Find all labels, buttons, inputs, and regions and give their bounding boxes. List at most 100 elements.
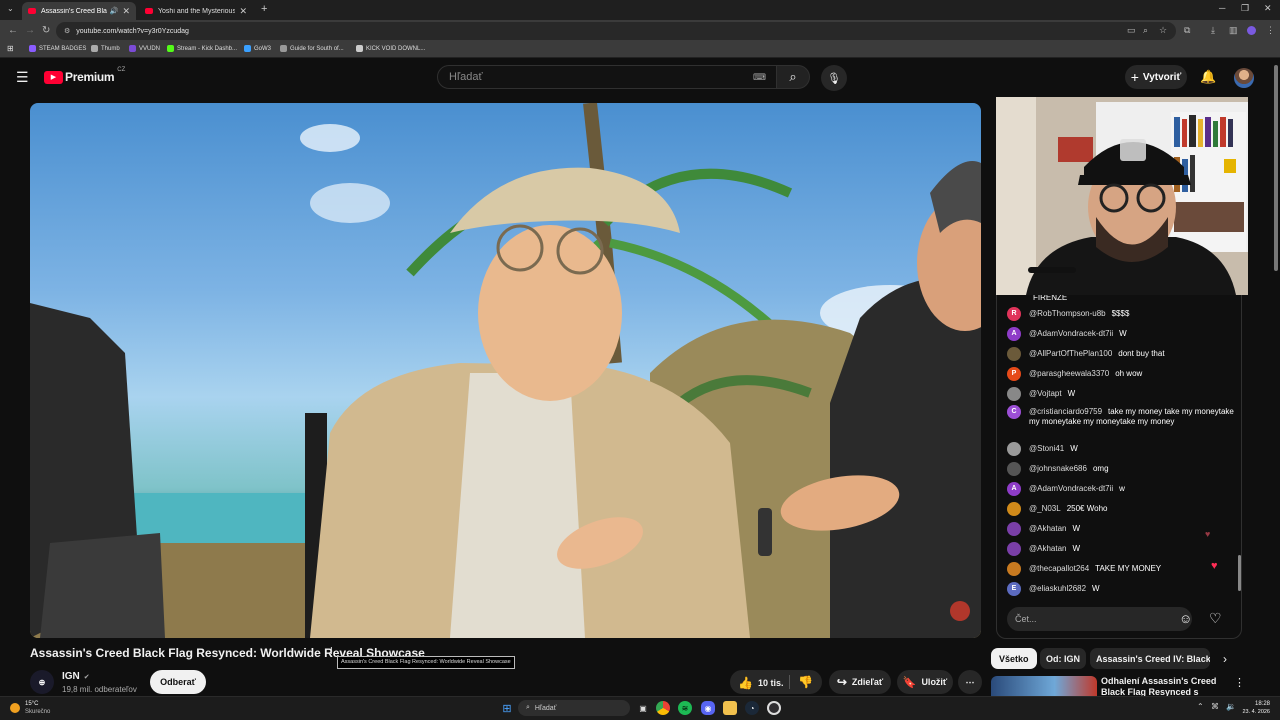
- bookmark-kick-void[interactable]: KICK VOID DOWNL...: [356, 45, 425, 52]
- chat-author[interactable]: @eliaskuhl2682: [1029, 584, 1086, 593]
- weather-widget[interactable]: 15°C Skurečno: [10, 700, 50, 716]
- menu-dots-icon[interactable]: ⋮: [1266, 25, 1275, 36]
- chat-input[interactable]: Čet...: [1007, 607, 1192, 631]
- create-button[interactable]: + Vytvoriť: [1125, 65, 1187, 89]
- bookmark-vvudn[interactable]: VVUDN: [129, 45, 160, 52]
- chat-avatar[interactable]: [1007, 442, 1021, 456]
- hamburger-menu-icon[interactable]: ☰: [16, 69, 29, 86]
- tab-close-icon[interactable]: ✕: [239, 6, 247, 17]
- start-menu-icon[interactable]: ⊞: [500, 701, 514, 715]
- task-view-icon[interactable]: ▣: [636, 701, 650, 715]
- chat-scrollbar-thumb[interactable]: [1238, 555, 1241, 591]
- search-input[interactable]: Hľadať ⌨: [437, 65, 777, 89]
- chat-author[interactable]: @Vojtapt: [1029, 389, 1062, 398]
- chat-avatar[interactable]: R: [1007, 307, 1021, 321]
- related-video-title[interactable]: Odhalení Assassin's Creed Black Flag Res…: [1101, 676, 1226, 696]
- clock[interactable]: 18:28 23. 4. 2026: [1240, 700, 1270, 716]
- chat-author[interactable]: @johnsnake686: [1029, 464, 1087, 473]
- save-button[interactable]: 🔖 Uložiť: [897, 670, 953, 694]
- chat-avatar[interactable]: [1007, 542, 1021, 556]
- reload-icon[interactable]: ↻: [42, 25, 50, 36]
- bookmark-star-icon[interactable]: ☆: [1159, 25, 1167, 36]
- window-close-icon[interactable]: ✕: [1264, 3, 1272, 14]
- chat-author[interactable]: @AdamVondracek-dt7ii: [1029, 484, 1113, 493]
- chip-all[interactable]: Všetko: [991, 648, 1037, 669]
- chat-avatar[interactable]: [1007, 387, 1021, 401]
- chips-next-icon[interactable]: ›: [1223, 652, 1227, 666]
- taskbar-search-box[interactable]: ⌕ Hľadať: [518, 700, 630, 716]
- tray-network-icon[interactable]: ⌘: [1211, 702, 1219, 711]
- forward-icon[interactable]: →: [25, 25, 35, 36]
- address-bar[interactable]: ⚙ youtube.com/watch?v=y3r0Yzcudag: [56, 22, 1176, 40]
- like-button[interactable]: 👍 10 tis.: [738, 676, 783, 690]
- channel-avatar[interactable]: ⊕: [30, 670, 54, 694]
- video-player[interactable]: [30, 103, 981, 638]
- tray-volume-icon[interactable]: 🔉: [1226, 702, 1236, 711]
- keyboard-icon[interactable]: ⌨: [753, 72, 766, 83]
- chat-author[interactable]: @RobThompson-u8b: [1029, 309, 1106, 318]
- chat-author[interactable]: @Akhatan: [1029, 524, 1066, 533]
- chat-avatar[interactable]: [1007, 347, 1021, 361]
- tab-yoshi[interactable]: Yoshi and the Mysterious Book ✕: [139, 2, 253, 20]
- chat-author[interactable]: @Stoni41: [1029, 444, 1064, 453]
- youtube-logo[interactable]: ▶ Premium CZ: [44, 67, 125, 84]
- chat-avatar[interactable]: [1007, 502, 1021, 516]
- bookmark-steam-badges[interactable]: STEAM BADGES: [29, 45, 86, 52]
- share-button[interactable]: ↪ Zdieľať: [829, 670, 891, 694]
- steam-icon[interactable]: ◔: [745, 701, 759, 715]
- restore-icon[interactable]: ❐: [1241, 3, 1249, 14]
- zoom-icon[interactable]: ⌕: [1143, 25, 1148, 36]
- chat-author[interactable]: @AdamVondracek-dt7ii: [1029, 329, 1113, 338]
- chat-avatar[interactable]: C: [1007, 405, 1021, 419]
- page-scrollbar-thumb[interactable]: [1274, 65, 1278, 271]
- more-actions-button[interactable]: ⋯: [958, 670, 982, 694]
- minimize-icon[interactable]: ─: [1219, 3, 1225, 13]
- account-avatar[interactable]: [1234, 68, 1254, 88]
- chrome-icon[interactable]: [656, 701, 670, 715]
- chat-avatar[interactable]: A: [1007, 482, 1021, 496]
- chat-author[interactable]: @thecapallot264: [1029, 564, 1089, 573]
- page-scrollbar[interactable]: [1272, 59, 1280, 696]
- tab-search-icon[interactable]: ⌄: [7, 4, 14, 13]
- discord-icon[interactable]: ◉: [701, 701, 715, 715]
- chat-avatar[interactable]: [1007, 562, 1021, 576]
- related-video-thumbnail[interactable]: [991, 676, 1097, 696]
- chat-author[interactable]: @Akhatan: [1029, 544, 1066, 553]
- dislike-button[interactable]: 👎: [798, 675, 813, 689]
- heart-reaction-button[interactable]: ♡: [1209, 610, 1222, 627]
- site-info-icon[interactable]: ⚙: [64, 27, 70, 35]
- tray-overflow-icon[interactable]: ⌃: [1197, 702, 1204, 711]
- emoji-icon[interactable]: ☺: [1179, 611, 1192, 626]
- chat-scrollbar[interactable]: [1237, 295, 1241, 595]
- sidebar-icon[interactable]: ▥: [1229, 25, 1238, 36]
- chat-avatar[interactable]: A: [1007, 327, 1021, 341]
- bookmark-thumb[interactable]: Thumb: [91, 45, 120, 52]
- profile-icon[interactable]: [1247, 26, 1256, 35]
- chip-ac-black-flag[interactable]: Assassin's Creed IV: Black Fl: [1090, 648, 1210, 669]
- tab-assassins-creed[interactable]: Assassin's Creed Black Flag 🔊 ✕: [22, 2, 136, 20]
- chat-author[interactable]: @_N03L: [1029, 504, 1061, 513]
- chat-author[interactable]: @cristianciardo9759: [1029, 407, 1102, 416]
- chat-avatar[interactable]: [1007, 522, 1021, 536]
- subscribe-button[interactable]: Odberať: [150, 670, 206, 694]
- tab-close-icon[interactable]: ✕: [122, 6, 130, 17]
- related-more-icon[interactable]: ⋮: [1234, 676, 1245, 689]
- bookmark-kick-dashboard[interactable]: Stream - Kick Dashb...: [167, 45, 237, 52]
- obs-icon[interactable]: [767, 701, 781, 715]
- chat-author[interactable]: @parasgheewala3370: [1029, 369, 1109, 378]
- voice-search-button[interactable]: 🎙: [821, 65, 847, 91]
- apps-grid-icon[interactable]: ⊞: [7, 44, 14, 53]
- cast-icon[interactable]: ▭: [1127, 25, 1136, 36]
- notifications-bell-icon[interactable]: 🔔: [1200, 69, 1216, 85]
- spotify-icon[interactable]: ≋: [678, 701, 692, 715]
- bookmark-guide-south[interactable]: Guide for South of...: [280, 45, 344, 52]
- chat-avatar[interactable]: E: [1007, 582, 1021, 596]
- chip-from-ign[interactable]: Od: IGN: [1040, 648, 1086, 669]
- channel-name[interactable]: IGN: [62, 671, 80, 682]
- bookmark-gow3[interactable]: GoW3: [244, 45, 271, 52]
- back-icon[interactable]: ←: [8, 25, 18, 36]
- chat-author[interactable]: @AllPartOfThePlan100: [1029, 349, 1112, 358]
- download-icon[interactable]: ⤓: [1211, 25, 1215, 36]
- extensions-icon[interactable]: ⧉: [1184, 25, 1190, 36]
- chat-avatar[interactable]: P: [1007, 367, 1021, 381]
